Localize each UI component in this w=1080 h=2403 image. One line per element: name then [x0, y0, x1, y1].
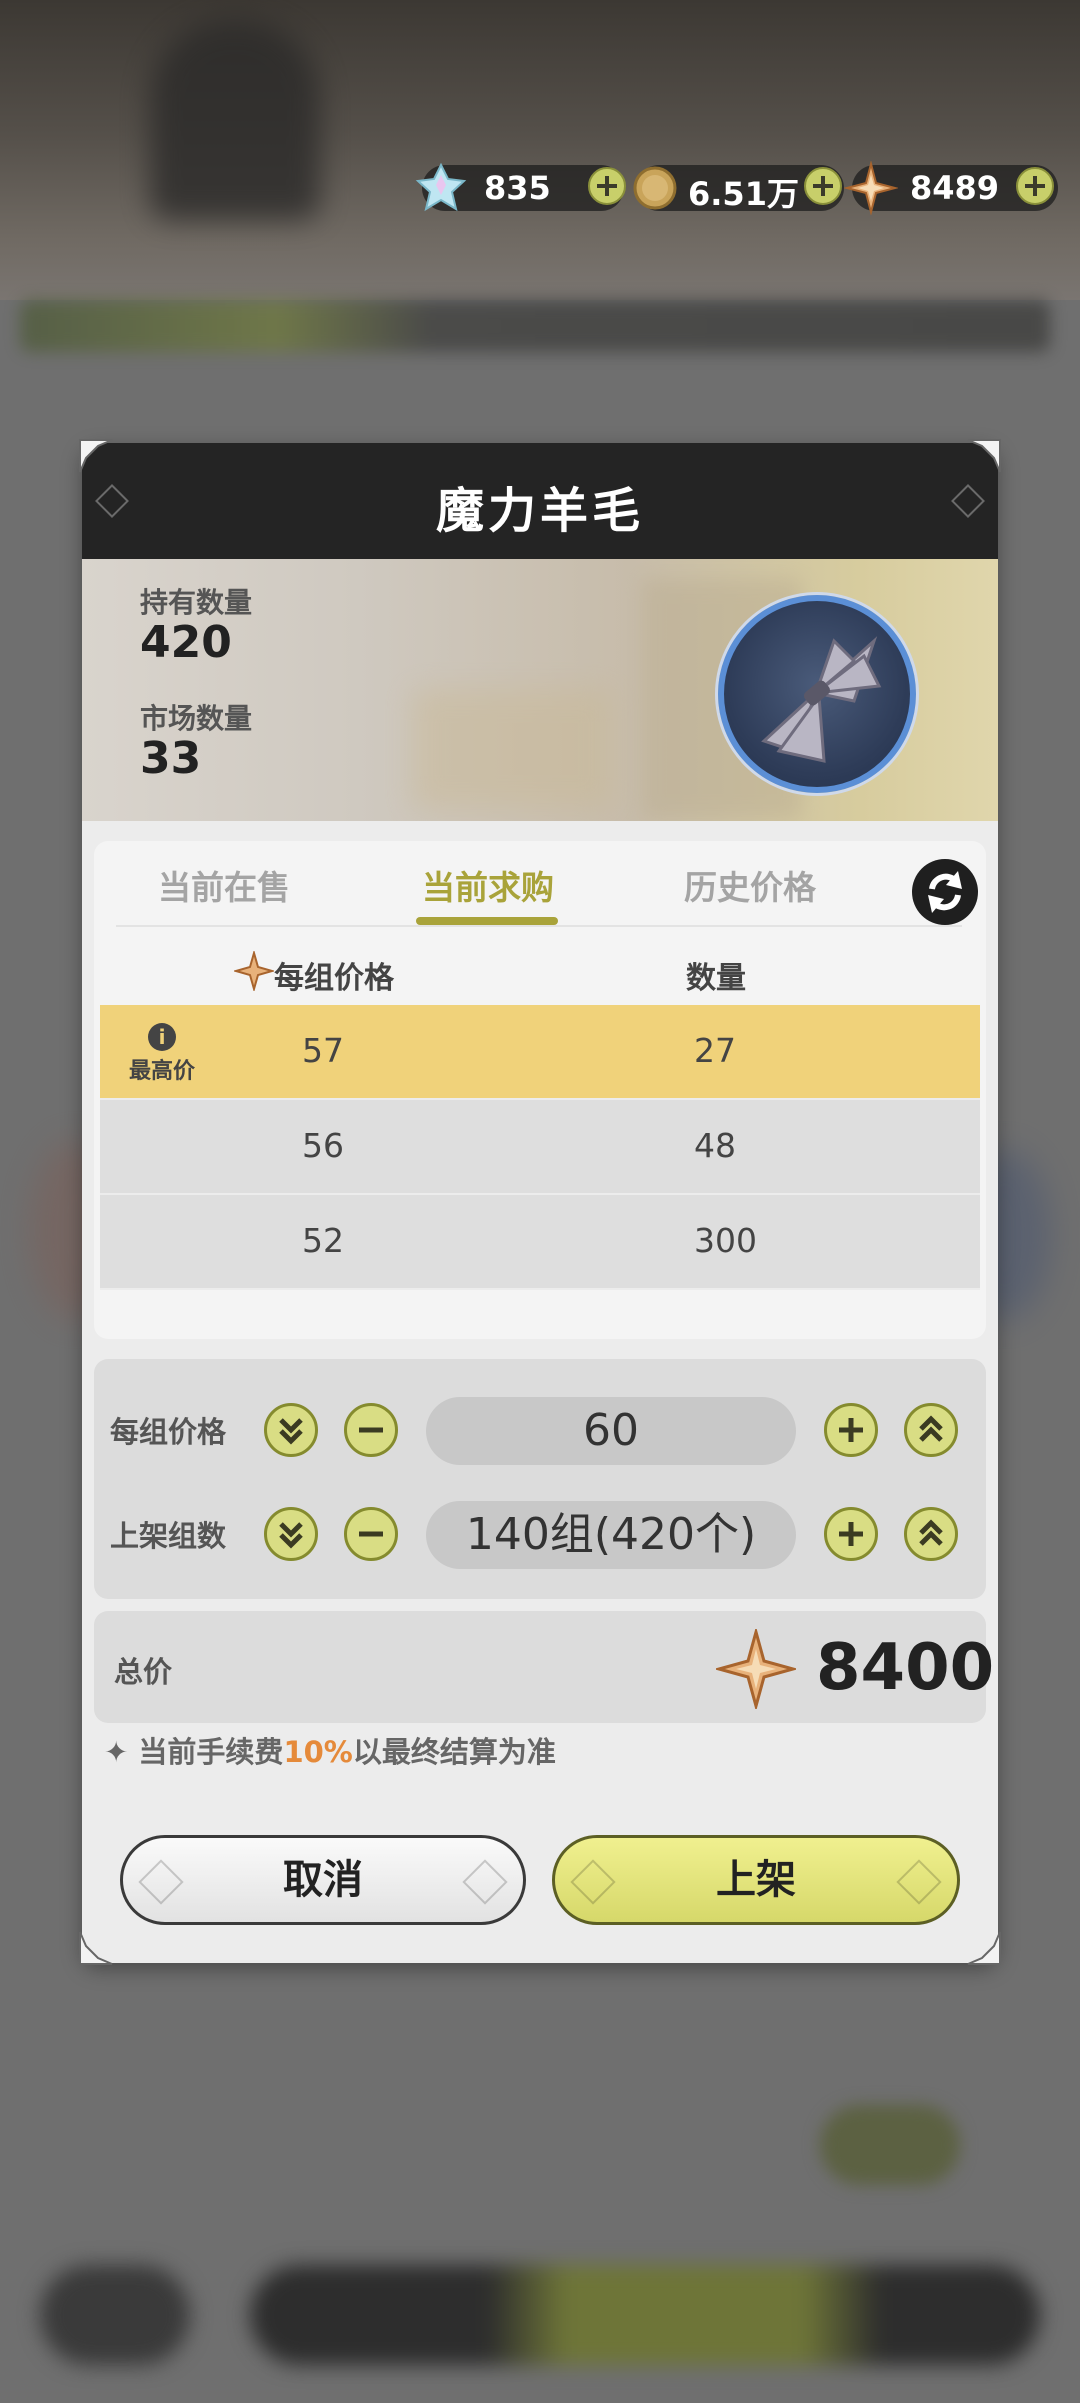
- tab-buy-orders[interactable]: 当前求购: [422, 861, 554, 909]
- coin-amount: 6.51万: [688, 175, 799, 213]
- groups-increase-fast-button[interactable]: [904, 1507, 958, 1561]
- add-star-gem-button[interactable]: [1016, 167, 1054, 205]
- crystal-amount: 835: [484, 169, 551, 207]
- refresh-icon: [928, 871, 962, 913]
- corner-ornament-icon: [967, 439, 1001, 473]
- row-quantity: 48: [694, 1126, 736, 1165]
- wool-bundle-icon: [761, 636, 882, 763]
- highest-price-label: 最高价: [128, 1059, 195, 1084]
- star-gem-icon: [844, 161, 898, 215]
- list-item-button[interactable]: 上架: [552, 1835, 960, 1925]
- dialog-title: 魔力羊毛: [435, 483, 644, 539]
- double-chevron-up-icon: [919, 1415, 943, 1442]
- background-bar-left: [40, 2265, 190, 2365]
- price-decrease-button[interactable]: [344, 1403, 398, 1457]
- row-quantity: 27: [694, 1031, 736, 1070]
- currency-crystal: 835: [415, 162, 626, 212]
- button-ornament-icon: [138, 1859, 184, 1905]
- orders-panel: 当前在售 当前求购 历史价格 每组价格 数量 i 最高价 57 27 56 48…: [94, 841, 986, 1339]
- column-header-quantity: 数量: [686, 961, 746, 996]
- price-per-group-label: 每组价格: [110, 1415, 227, 1449]
- corner-ornament-icon: [79, 1931, 113, 1965]
- background-figure: [150, 20, 320, 220]
- owned-quantity-label: 持有数量: [140, 586, 253, 619]
- currency-star-gem: 8489: [844, 161, 1058, 215]
- background-bar-main: [250, 2265, 1040, 2365]
- button-ornament-icon: [462, 1859, 508, 1905]
- market-quantity-label: 市场数量: [140, 702, 253, 735]
- plus-icon-vertical: [848, 1522, 854, 1546]
- group-count-label: 上架组数: [110, 1519, 227, 1553]
- table-row[interactable]: i 最高价 57 27: [100, 1005, 980, 1100]
- active-tab-indicator: [416, 917, 558, 925]
- row-price: 57: [302, 1031, 344, 1070]
- listing-config-panel: 每组价格 60 上架组数 140组(420个): [94, 1359, 986, 1599]
- double-chevron-down-icon: [279, 1418, 303, 1445]
- cancel-button[interactable]: 取消: [120, 1835, 526, 1925]
- corner-ornament-icon: [79, 439, 113, 473]
- star-gem-icon: [234, 951, 274, 991]
- coin-icon: [633, 166, 677, 210]
- fee-percent: 10%: [283, 1735, 353, 1769]
- double-chevron-up-icon: [919, 1519, 943, 1546]
- plus-icon-vertical: [848, 1418, 854, 1442]
- column-header-price: 每组价格: [274, 961, 394, 996]
- item-icon-frame: [718, 595, 916, 793]
- button-ornament-icon: [896, 1859, 942, 1905]
- background-strip: [20, 300, 1050, 352]
- minus-icon: [359, 1531, 383, 1537]
- highest-price-tag: i 最高价: [122, 1023, 202, 1085]
- tabs-divider: [116, 925, 962, 927]
- corner-ornament-icon: [967, 1931, 1001, 1965]
- sparkle-icon: ✦: [104, 1735, 129, 1769]
- crystal-icon: [415, 162, 467, 212]
- tab-price-history[interactable]: 历史价格: [684, 861, 816, 909]
- total-price-value: 8400: [816, 1631, 995, 1705]
- refresh-button[interactable]: [912, 859, 978, 925]
- info-icon: i: [148, 1023, 176, 1051]
- row-quantity: 300: [694, 1221, 757, 1260]
- item-info-banner: 持有数量 420 市场数量 33: [82, 559, 998, 821]
- total-price-label: 总价: [114, 1655, 173, 1689]
- banner-decoration: [412, 689, 612, 809]
- table-row[interactable]: 52 300: [100, 1195, 980, 1290]
- star-gem-amount: 8489: [910, 169, 1000, 207]
- list-button-label: 上架: [716, 1857, 796, 1903]
- background-pill: [820, 2105, 960, 2185]
- add-coin-button[interactable]: [804, 167, 842, 205]
- button-ornament-icon: [570, 1859, 616, 1905]
- groups-decrease-button[interactable]: [344, 1507, 398, 1561]
- table-row[interactable]: 56 48: [100, 1100, 980, 1195]
- owned-quantity-value: 420: [140, 617, 232, 668]
- cancel-button-label: 取消: [283, 1857, 363, 1903]
- fee-prefix: 当前手续费: [138, 1735, 284, 1769]
- star-gem-icon: [716, 1629, 796, 1709]
- groups-increase-button[interactable]: [824, 1507, 878, 1561]
- price-increase-fast-button[interactable]: [904, 1403, 958, 1457]
- add-crystal-button[interactable]: [588, 167, 626, 205]
- double-chevron-down-icon: [279, 1522, 303, 1549]
- listing-dialog: 魔力羊毛 持有数量 420 市场数量 33 当前在售 当前求购 历史价格 每组价…: [82, 443, 998, 1963]
- group-count-input[interactable]: 140组(420个): [426, 1501, 796, 1569]
- row-price: 52: [302, 1221, 344, 1260]
- price-decrease-fast-button[interactable]: [264, 1403, 318, 1457]
- fee-suffix: 以最终结算为准: [352, 1735, 556, 1769]
- market-quantity-value: 33: [140, 733, 202, 784]
- minus-icon: [359, 1427, 383, 1433]
- fee-note: ✦ 当前手续费10%以最终结算为准: [104, 1729, 556, 1771]
- total-price-panel: 总价 8400: [94, 1611, 994, 1723]
- tab-on-sale[interactable]: 当前在售: [158, 861, 290, 909]
- price-input[interactable]: 60: [426, 1397, 796, 1465]
- price-increase-button[interactable]: [824, 1403, 878, 1457]
- row-price: 56: [302, 1126, 344, 1165]
- dialog-header: 魔力羊毛: [82, 443, 998, 562]
- currency-coin: 6.51万: [633, 165, 844, 213]
- groups-decrease-fast-button[interactable]: [264, 1507, 318, 1561]
